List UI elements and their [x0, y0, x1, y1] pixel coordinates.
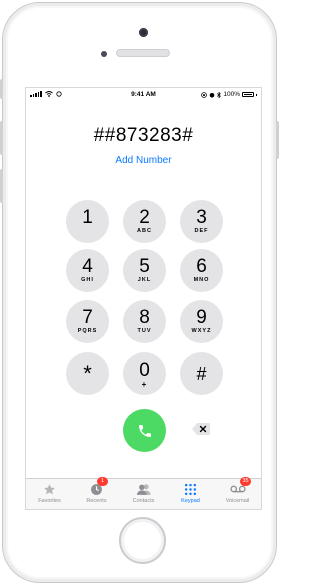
tab-favorites[interactable]: Favorites: [26, 479, 73, 509]
call-button[interactable]: [123, 409, 166, 452]
mute-switch: [0, 79, 3, 99]
battery-percent: 100%: [223, 91, 240, 98]
recents-badge: 1: [97, 477, 108, 486]
key-digit: 9: [196, 307, 207, 328]
front-camera: [139, 28, 148, 37]
key-digit: 0: [139, 359, 150, 381]
add-number-link[interactable]: Add Number: [26, 155, 261, 166]
key-letters: GHI: [81, 277, 94, 283]
tab-voicemail[interactable]: 35 Voicemail: [214, 477, 261, 509]
key-letters: TUV: [137, 328, 152, 334]
key-6[interactable]: 6 MNO: [180, 249, 223, 292]
key-5[interactable]: 5 JKL: [123, 249, 166, 292]
key-star[interactable]: *: [66, 352, 109, 395]
key-letters: +: [141, 379, 148, 389]
key-digit: 7: [82, 307, 93, 328]
key-digit: *: [83, 360, 92, 386]
key-digit: 1: [82, 207, 93, 228]
tab-label: Voicemail: [225, 498, 250, 504]
key-4[interactable]: 4 GHI: [66, 249, 109, 292]
alarm-icon: [210, 92, 215, 98]
tab-bar: Favorites 1 Recents Contacts Keypad 35 V…: [26, 477, 261, 509]
keypad-icon: [183, 482, 199, 496]
dialed-number: ##873283#: [93, 125, 194, 146]
proximity-sensor: [101, 51, 107, 57]
key-1[interactable]: 1: [66, 200, 109, 243]
key-digit: 3: [196, 207, 207, 228]
key-digit: 8: [139, 307, 150, 328]
home-button[interactable]: [119, 517, 166, 564]
key-digit: 4: [82, 256, 93, 277]
battery-tip: [256, 93, 257, 96]
key-digit: 6: [196, 256, 207, 277]
voicemail-badge: 35: [240, 477, 251, 486]
tab-recents[interactable]: 1 Recents: [73, 477, 120, 509]
earpiece-speaker: [116, 49, 170, 57]
bluetooth-icon: [217, 91, 222, 98]
key-hash[interactable]: #: [180, 352, 223, 395]
key-3[interactable]: 3 DEF: [180, 200, 223, 243]
phone-icon: [138, 424, 151, 437]
key-7[interactable]: 7 PQRS: [66, 300, 109, 343]
tab-label: Favorites: [38, 498, 61, 504]
contacts-icon: [136, 482, 152, 496]
delete-icon[interactable]: [191, 422, 211, 436]
tab-contacts[interactable]: Contacts: [120, 479, 167, 509]
volume-up-button: [0, 121, 3, 155]
key-9[interactable]: 9 WXYZ: [180, 300, 223, 343]
key-0[interactable]: 0 +: [123, 352, 166, 395]
status-right: 100%: [201, 91, 257, 98]
phone-frame: 9:41 AM 100% ##873283# Add Number 1 2 AB…: [0, 2, 279, 583]
key-letters: DEF: [194, 228, 209, 234]
key-letters: JKL: [137, 277, 152, 283]
key-letters: WXYZ: [191, 328, 212, 334]
key-letters: ABC: [137, 228, 152, 234]
key-digit: 2: [139, 207, 150, 228]
key-digit: #: [196, 363, 207, 384]
tab-keypad[interactable]: Keypad: [167, 479, 214, 509]
phone-screen: 9:41 AM 100% ##873283# Add Number 1 2 AB…: [25, 87, 262, 510]
star-icon: [42, 482, 58, 496]
key-2[interactable]: 2 ABC: [123, 200, 166, 243]
battery-icon: [242, 92, 254, 97]
rotation-lock-icon: [201, 91, 208, 98]
key-digit: 5: [139, 256, 150, 277]
tab-label: Contacts: [132, 498, 155, 504]
key-8[interactable]: 8 TUV: [123, 300, 166, 343]
volume-down-button: [0, 169, 3, 203]
tab-label: Keypad: [181, 498, 200, 504]
tab-label: Recents: [86, 498, 107, 504]
power-button: [276, 121, 279, 159]
key-letters: PQRS: [77, 328, 98, 334]
key-letters: MNO: [193, 277, 210, 283]
status-bar: 9:41 AM 100%: [26, 88, 261, 102]
